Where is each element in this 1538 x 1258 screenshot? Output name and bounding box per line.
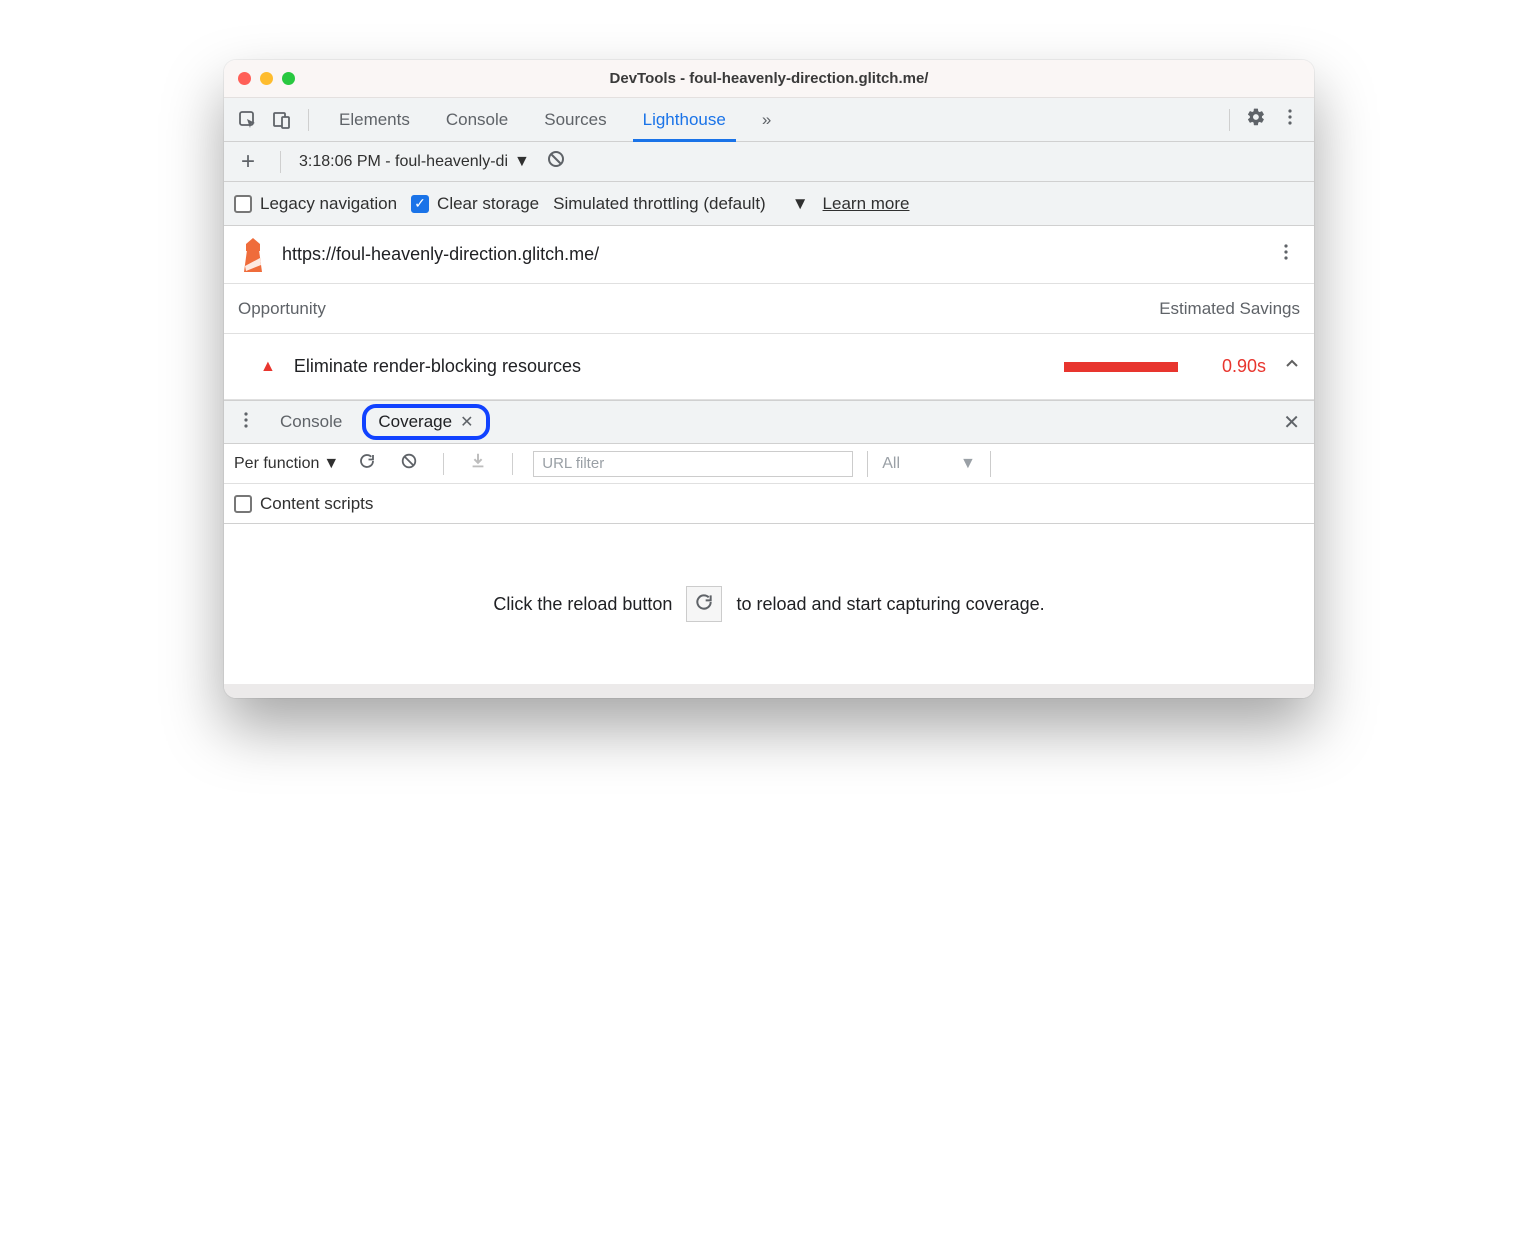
dropdown-triangle-icon: ▼ — [323, 455, 339, 473]
kebab-icon — [1277, 243, 1295, 266]
no-symbol-icon — [546, 149, 566, 174]
throttling-label: Simulated throttling (default) — [553, 194, 766, 214]
chevron-up-icon — [1284, 356, 1300, 377]
no-symbol-icon — [400, 452, 418, 475]
kebab-icon — [237, 411, 255, 434]
divider — [1229, 109, 1230, 131]
throttling-select[interactable]: Simulated throttling (default) ▼ — [553, 194, 808, 214]
content-scripts-label: Content scripts — [260, 494, 373, 514]
report-select[interactable]: 3:18:06 PM - foul-heavenly-di ▼ — [299, 153, 530, 171]
clear-reports-button[interactable] — [542, 148, 570, 176]
minimize-window-button[interactable] — [260, 72, 273, 85]
clear-storage-label: Clear storage — [437, 194, 539, 214]
drawer-tab-coverage-label: Coverage — [378, 412, 452, 432]
titlebar: DevTools - foul-heavenly-direction.glitc… — [224, 60, 1314, 98]
more-menu-button[interactable] — [1276, 106, 1304, 134]
kebab-icon — [1281, 108, 1299, 131]
drawer-tab-console[interactable]: Console — [270, 408, 352, 436]
zoom-window-button[interactable] — [282, 72, 295, 85]
estimated-savings-header-label: Estimated Savings — [1159, 299, 1300, 319]
divider — [308, 109, 309, 131]
main-toolbar: Elements Console Sources Lighthouse » — [224, 98, 1314, 142]
legacy-navigation-label: Legacy navigation — [260, 194, 397, 214]
report-header: https://foul-heavenly-direction.glitch.m… — [224, 226, 1314, 284]
plus-icon: + — [241, 148, 255, 175]
dropdown-triangle-icon: ▼ — [514, 153, 530, 171]
inspect-icon[interactable] — [234, 106, 262, 134]
settings-button[interactable] — [1242, 106, 1270, 134]
type-filter-select[interactable]: All ▼ — [867, 451, 991, 477]
close-tab-icon[interactable]: ✕ — [460, 412, 473, 432]
tab-lighthouse[interactable]: Lighthouse — [625, 98, 744, 142]
new-report-button[interactable]: + — [234, 148, 262, 176]
drawer-tabbar: Console Coverage ✕ ✕ — [224, 400, 1314, 444]
more-tabs-button[interactable]: » — [744, 98, 789, 142]
opportunity-label: Eliminate render-blocking resources — [294, 356, 1046, 377]
granularity-select[interactable]: Per function ▼ — [234, 455, 339, 473]
empty-text-pre: Click the reload button — [493, 594, 672, 615]
window-controls — [238, 72, 295, 85]
divider — [280, 151, 281, 173]
close-drawer-button[interactable]: ✕ — [1277, 410, 1306, 435]
close-icon: ✕ — [1283, 412, 1300, 434]
drawer-menu-button[interactable] — [232, 408, 260, 436]
dropdown-triangle-icon: ▼ — [960, 455, 976, 473]
checkbox-checked-icon: ✓ — [411, 195, 429, 213]
drawer-tab-coverage[interactable]: Coverage ✕ — [362, 404, 489, 440]
reload-button[interactable] — [353, 450, 381, 478]
learn-more-link[interactable]: Learn more — [823, 194, 910, 214]
device-toggle-icon[interactable] — [268, 106, 296, 134]
close-window-button[interactable] — [238, 72, 251, 85]
chevron-double-right-icon: » — [762, 110, 771, 130]
reload-icon — [694, 592, 714, 617]
lighthouse-icon — [238, 238, 268, 272]
divider — [512, 453, 513, 475]
legacy-navigation-checkbox[interactable]: Legacy navigation — [234, 194, 397, 214]
coverage-empty-state: Click the reload button to reload and st… — [224, 524, 1314, 684]
reload-icon — [358, 452, 376, 475]
url-filter-placeholder: URL filter — [542, 455, 604, 472]
footer-strip — [224, 684, 1314, 698]
dropdown-triangle-icon: ▼ — [792, 194, 809, 214]
coverage-toolbar: Per function ▼ URL filter All ▼ — [224, 444, 1314, 484]
savings-value: 0.90s — [1196, 356, 1266, 377]
window-title: DevTools - foul-heavenly-direction.glitc… — [224, 70, 1314, 87]
gear-icon — [1246, 107, 1266, 132]
report-url: https://foul-heavenly-direction.glitch.m… — [282, 244, 1258, 265]
reload-hint-button[interactable] — [686, 586, 722, 622]
report-select-label: 3:18:06 PM - foul-heavenly-di — [299, 153, 508, 171]
tab-elements[interactable]: Elements — [321, 98, 428, 142]
content-scripts-row: Content scripts — [224, 484, 1314, 524]
lighthouse-options: Legacy navigation ✓ Clear storage Simula… — [224, 182, 1314, 226]
type-filter-label: All — [882, 455, 900, 473]
download-icon — [469, 452, 487, 475]
divider — [443, 453, 444, 475]
report-menu-button[interactable] — [1272, 241, 1300, 269]
clear-storage-checkbox[interactable]: ✓ Clear storage — [411, 194, 539, 214]
url-filter-input[interactable]: URL filter — [533, 451, 853, 477]
opportunity-header-label: Opportunity — [238, 299, 326, 319]
clear-coverage-button[interactable] — [395, 450, 423, 478]
devtools-window: DevTools - foul-heavenly-direction.glitc… — [224, 60, 1314, 698]
export-button[interactable] — [464, 450, 492, 478]
opportunity-row[interactable]: ▲ Eliminate render-blocking resources 0.… — [224, 334, 1314, 400]
savings-bar — [1064, 362, 1178, 372]
tab-sources[interactable]: Sources — [526, 98, 624, 142]
lighthouse-toolbar: + 3:18:06 PM - foul-heavenly-di ▼ — [224, 142, 1314, 182]
tab-console[interactable]: Console — [428, 98, 526, 142]
empty-text-post: to reload and start capturing coverage. — [736, 594, 1044, 615]
granularity-label: Per function — [234, 455, 319, 473]
panel-tabs: Elements Console Sources Lighthouse » — [321, 98, 789, 142]
fail-triangle-icon: ▲ — [260, 358, 276, 376]
opportunities-header: Opportunity Estimated Savings — [224, 284, 1314, 334]
checkbox-unchecked-icon — [234, 195, 252, 213]
content-scripts-checkbox[interactable]: Content scripts — [234, 494, 373, 514]
checkbox-unchecked-icon — [234, 495, 252, 513]
